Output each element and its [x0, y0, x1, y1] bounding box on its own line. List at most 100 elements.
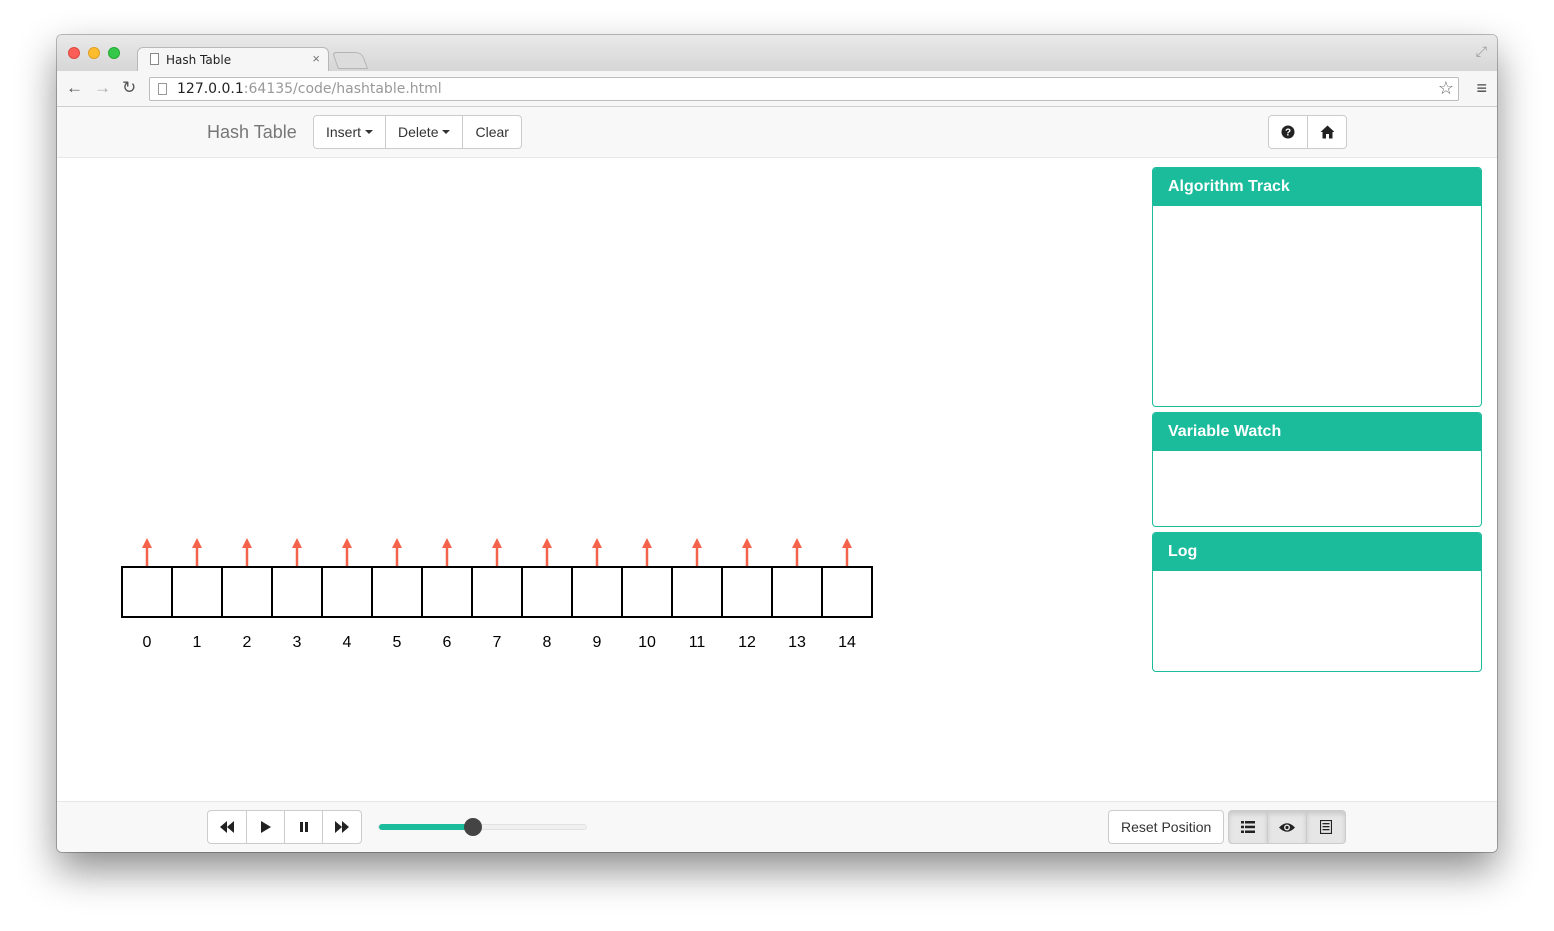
slot-pointer-arrow: [592, 538, 602, 566]
address-bar[interactable]: 127.0.0.1:64135/code/hashtable.html ☆: [149, 77, 1459, 101]
browser-window: Hash Table × ⤢ ← → ↻ 127.0.0.1:64135/cod…: [57, 35, 1497, 852]
hashtable-index-label: 1: [193, 634, 202, 651]
watch-view-button[interactable]: [1267, 810, 1307, 844]
home-button[interactable]: [1307, 115, 1347, 149]
url-text[interactable]: 127.0.0.1:64135/code/hashtable.html: [177, 81, 442, 97]
hashtable-slot: [171, 566, 223, 618]
browser-tab[interactable]: Hash Table ×: [137, 47, 329, 71]
zoom-window-button[interactable]: [108, 47, 120, 59]
algorithm-track-panel: Algorithm Track: [1152, 167, 1482, 407]
play-icon: [260, 821, 271, 833]
log-view-button[interactable]: [1306, 810, 1346, 844]
help-button[interactable]: ?: [1268, 115, 1308, 149]
browser-tabstrip: Hash Table × ⤢: [57, 35, 1497, 71]
hashtable-slot: [721, 566, 773, 618]
back-icon[interactable]: ←: [66, 78, 83, 98]
app-navbar: Hash Table Insert Delete Clear ?: [57, 107, 1497, 158]
hashtable-slot: [671, 566, 723, 618]
hashtable-index-label: 12: [738, 634, 756, 651]
slot-pointer-arrow: [192, 538, 202, 566]
clear-button[interactable]: Clear: [462, 115, 522, 149]
view-toggle-group: [1228, 810, 1346, 844]
page-icon: [158, 83, 167, 95]
hashtable-index-label: 8: [543, 634, 552, 651]
hashtable-index-label: 2: [243, 634, 252, 651]
hashtable-index-label: 11: [689, 634, 706, 651]
fullscreen-icon[interactable]: ⤢: [1476, 43, 1487, 60]
eye-icon: [1279, 822, 1295, 832]
visualization-canvas[interactable]: 0 1 2 3 4 5 6 7 8 9 10 11 12 13 14: [57, 158, 1147, 801]
pause-button[interactable]: [284, 810, 323, 844]
hashtable-index-label: 10: [638, 634, 656, 651]
playback-controls: [207, 810, 362, 844]
slot-pointer-arrow: [492, 538, 502, 566]
panel-title: Variable Watch: [1153, 413, 1481, 451]
home-icon: [1320, 125, 1334, 139]
hashtable-slot: [771, 566, 823, 618]
playback-footer: Reset Position: [57, 801, 1497, 852]
document-icon: [150, 53, 159, 65]
fast-forward-button[interactable]: [322, 810, 362, 844]
rewind-button[interactable]: [207, 810, 247, 844]
hashtable-slot: [421, 566, 473, 618]
caret-down-icon: [442, 130, 451, 134]
slot-pointer-arrow: [242, 538, 252, 566]
hashtable-index-label: 14: [838, 634, 856, 651]
slot-pointer-arrow: [342, 538, 352, 566]
reset-position-button[interactable]: Reset Position: [1108, 810, 1225, 844]
help-home-button-group: ?: [1268, 115, 1347, 149]
reload-icon[interactable]: ↻: [122, 78, 136, 98]
log-icon: [1320, 820, 1332, 834]
browser-menu-icon[interactable]: ≡: [1476, 79, 1487, 97]
minimize-window-button[interactable]: [88, 47, 100, 59]
delete-dropdown-button[interactable]: Delete: [385, 115, 464, 149]
list-icon: [1241, 821, 1255, 833]
play-button[interactable]: [246, 810, 285, 844]
browser-toolbar: ← → ↻ 127.0.0.1:64135/code/hashtable.htm…: [57, 71, 1497, 107]
hashtable-index-label: 3: [293, 634, 302, 651]
forward-icon: [335, 821, 349, 833]
forward-icon[interactable]: →: [94, 78, 111, 98]
backward-icon: [220, 821, 234, 833]
hashtable-slot: [471, 566, 523, 618]
slot-pointer-arrow: [442, 538, 452, 566]
tab-title: Hash Table: [166, 53, 232, 67]
slot-pointer-arrow: [692, 538, 702, 566]
hashtable-index-label: 5: [393, 634, 402, 651]
hashtable-index-label: 13: [788, 634, 806, 651]
tab-close-icon[interactable]: ×: [312, 51, 320, 66]
slot-pointer-arrow: [392, 538, 402, 566]
hashtable-index-label: 0: [143, 634, 152, 651]
hashtable-index-label: 4: [343, 634, 352, 651]
variable-watch-panel: Variable Watch: [1152, 412, 1482, 527]
slot-pointer-arrow: [292, 538, 302, 566]
svg-text:?: ?: [1285, 128, 1291, 139]
hashtable-slot: [571, 566, 623, 618]
speed-slider-fill: [379, 824, 474, 830]
log-panel: Log: [1152, 532, 1482, 672]
hashtable-slot: [321, 566, 373, 618]
close-window-button[interactable]: [68, 47, 80, 59]
hashtable-svg: 0 1 2 3 4 5 6 7 8 9 10 11 12 13 14: [121, 538, 873, 651]
app-title[interactable]: Hash Table: [207, 122, 297, 143]
operations-button-group: Insert Delete Clear: [313, 115, 522, 149]
panel-title: Algorithm Track: [1153, 168, 1481, 206]
slot-pointer-arrow: [742, 538, 752, 566]
speed-slider[interactable]: [378, 818, 587, 836]
list-view-button[interactable]: [1228, 810, 1268, 844]
insert-dropdown-button[interactable]: Insert: [313, 115, 387, 149]
hashtable-slot: [121, 566, 173, 618]
hashtable-index-label: 9: [593, 634, 602, 651]
panel-title: Log: [1153, 533, 1481, 571]
slot-pointer-arrow: [542, 538, 552, 566]
new-tab-button[interactable]: [331, 52, 369, 69]
pause-icon: [299, 822, 308, 832]
hashtable-slot: [221, 566, 273, 618]
speed-slider-handle[interactable]: [464, 818, 483, 836]
slot-pointer-arrow: [842, 538, 852, 566]
hashtable-index-label: 7: [493, 634, 502, 651]
hashtable-slot: [371, 566, 423, 618]
hashtable-index-label: 6: [443, 634, 452, 651]
question-icon: ?: [1281, 125, 1295, 139]
bookmark-star-icon[interactable]: ☆: [1438, 78, 1454, 99]
